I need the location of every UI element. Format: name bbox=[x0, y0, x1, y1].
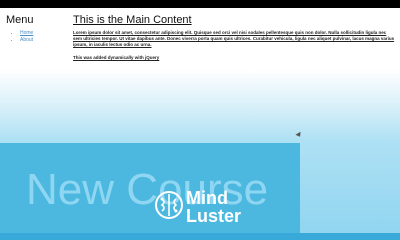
menu-list: Home About bbox=[6, 30, 66, 44]
top-bar bbox=[0, 0, 400, 8]
main-content: This is the Main Content Lorem ipsum dol… bbox=[73, 14, 395, 60]
menu-item-home: Home bbox=[20, 30, 66, 37]
menu-link-about[interactable]: About bbox=[20, 37, 33, 43]
main-paragraph: Lorem ipsum dolor sit amet, consectetur … bbox=[73, 30, 395, 48]
dynamic-text: This was added dynamically with jQuery bbox=[73, 54, 160, 60]
brand-watermark: Mind Luster bbox=[154, 188, 294, 232]
main-title: This is the Main Content bbox=[73, 14, 192, 26]
sidebar: Menu Home About bbox=[6, 14, 66, 44]
menu-link-home[interactable]: Home bbox=[20, 30, 33, 36]
brand-name-line2: Luster bbox=[186, 206, 242, 226]
menu-title: Menu bbox=[6, 14, 34, 26]
brain-icon bbox=[155, 191, 183, 219]
mouse-pointer-icon bbox=[295, 131, 303, 139]
bottom-bar bbox=[0, 233, 400, 240]
menu-item-about: About bbox=[20, 37, 66, 44]
